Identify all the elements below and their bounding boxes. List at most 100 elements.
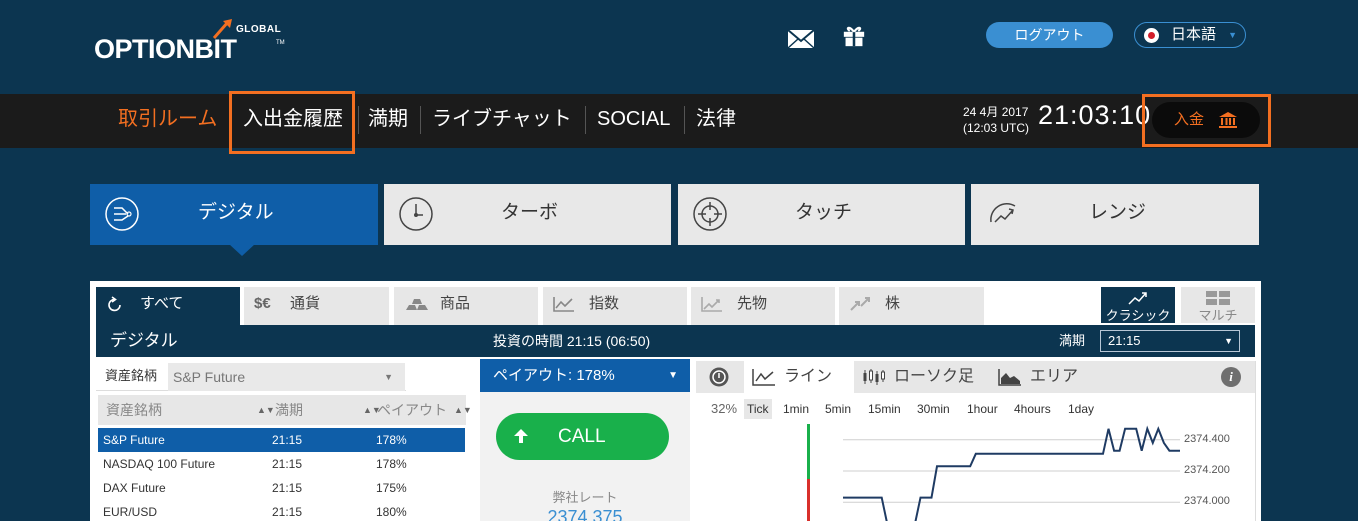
interval-5min[interactable]: 5min [825, 399, 851, 419]
nav-divider [585, 106, 586, 134]
language-select[interactable]: 日本語 ▼ [1134, 22, 1246, 48]
chevron-down-icon: ▼ [384, 372, 393, 382]
asset-tab-commodity[interactable]: 商品 [394, 287, 538, 325]
clock: 21:03:10 [1038, 100, 1152, 130]
asset-tab-currency[interactable]: $€ 通貨 [244, 287, 389, 325]
nav-social[interactable]: SOCIAL [597, 94, 670, 148]
nav-legal[interactable]: 法律 [696, 94, 736, 148]
nav-divider [684, 106, 685, 134]
col-header-payout[interactable]: ペイアウト [377, 395, 447, 425]
clock-icon [399, 197, 433, 231]
price-tick-label: 2374.400 [1184, 432, 1230, 445]
row-asset: DAX Future [103, 481, 166, 495]
expiry-select[interactable]: 21:15 ▼ [1100, 330, 1240, 352]
table-row[interactable]: DAX Future 21:15 175% [98, 476, 465, 500]
row-asset: EUR/USD [103, 505, 158, 519]
table-row[interactable]: S&P Future 21:15 178% [98, 428, 465, 452]
asset-tab-currency-label: 通貨 [290, 295, 321, 312]
interval-15min[interactable]: 15min [868, 399, 901, 419]
grid-icon [1206, 291, 1230, 305]
interval-4hours[interactable]: 4hours [1014, 399, 1051, 419]
row-payout: 178% [376, 457, 407, 471]
chart-divider [1255, 361, 1256, 521]
interval-30min[interactable]: 30min [917, 399, 950, 419]
chart-tab-candlestick[interactable]: ローソク足 [854, 361, 990, 393]
highlight-deposit-history [229, 91, 355, 154]
gold-bars-icon [406, 299, 428, 310]
sort-icon[interactable]: ▲▼ [257, 395, 275, 425]
optionbit-logo[interactable]: OPTIONBIT GLOBAL TM [94, 18, 294, 68]
col-header-asset[interactable]: 資産銘柄 [106, 395, 162, 425]
interval-1hour[interactable]: 1hour [967, 399, 998, 419]
call-indicator-bar [807, 424, 810, 479]
tab-digital[interactable]: デジタル [90, 184, 378, 245]
call-button[interactable]: CALL [496, 413, 669, 460]
nav-trading-room[interactable]: 取引ルーム [118, 94, 217, 148]
row-payout: 178% [376, 433, 407, 447]
multi-view-label: マルチ [1198, 308, 1238, 323]
classic-view-label: クラシック [1105, 308, 1171, 323]
asset-tab-all[interactable]: すべて [96, 287, 240, 325]
table-row[interactable]: NASDAQ 100 Future 21:15 178% [98, 452, 465, 476]
mail-icon[interactable] [787, 28, 815, 50]
line-chart-icon [752, 369, 775, 386]
asset-tab-index[interactable]: 指数 [543, 287, 687, 325]
logout-button[interactable]: ログアウト [986, 22, 1113, 48]
info-icon[interactable]: i [1221, 367, 1241, 387]
price-chart[interactable] [710, 421, 1180, 521]
row-asset: NASDAQ 100 Future [103, 457, 216, 471]
row-payout: 175% [376, 481, 407, 495]
put-indicator-bar [807, 479, 810, 521]
rate-label: 弊社レート [552, 490, 618, 505]
nav-live-chat[interactable]: ライブチャット [432, 94, 572, 148]
asset-tab-stocks[interactable]: 株 [839, 287, 984, 325]
chart-type-tabs: ライン ローソク足 エリア i [696, 361, 1255, 393]
chart-trend-icon [1128, 292, 1147, 305]
arrow-up-icon [514, 429, 528, 443]
tab-digital-label: デジタル [198, 202, 274, 223]
asset-tab-commodity-label: 商品 [440, 295, 471, 312]
utc-time-text: (12:03 UTC) [963, 121, 1030, 135]
stocks-arrows-icon [850, 297, 870, 311]
currency-icon: $€ [254, 295, 271, 312]
asset-filter-select[interactable]: S&P Future ▼ [168, 363, 405, 391]
nav-divider [358, 106, 359, 134]
language-label: 日本語 [1171, 26, 1217, 43]
date-text: 24 4月 2017 [963, 105, 1029, 119]
chart-toggle-button[interactable] [696, 361, 742, 393]
date-display: 24 4月 2017 (12:03 UTC) [963, 104, 1029, 136]
table-row[interactable]: EUR/USD 21:15 180% [98, 500, 465, 521]
tab-range[interactable]: レンジ [971, 184, 1259, 245]
nav-expiry[interactable]: 満期 [368, 94, 408, 148]
asset-tab-stocks-label: 株 [885, 295, 901, 312]
row-expiry: 21:15 [272, 481, 303, 495]
sort-icon[interactable]: ▲▼ [454, 395, 472, 425]
multi-view-button[interactable]: マルチ [1181, 287, 1255, 323]
tab-touch-label: タッチ [795, 202, 853, 223]
col-header-expiry[interactable]: 満期 [275, 395, 303, 425]
chevron-down-icon: ▼ [668, 370, 678, 381]
trade-column: ペイアウト: 178% ▼ CALL 弊社レート 2374.375 [480, 359, 690, 521]
tab-touch[interactable]: タッチ [678, 184, 965, 245]
classic-view-button[interactable]: クラシック [1101, 287, 1175, 323]
asset-filter-value: S&P Future [173, 369, 246, 385]
asset-tab-index-label: 指数 [589, 295, 620, 312]
asset-tab-futures[interactable]: 先物 [691, 287, 835, 325]
interval-tick[interactable]: Tick [744, 399, 772, 419]
tab-turbo[interactable]: ターボ [384, 184, 671, 245]
japan-flag-icon [1144, 28, 1159, 43]
trading-panel: すべて $€ 通貨 商品 指数 先物 株 クラシック マルチ デジタル 投資の時… [90, 281, 1261, 521]
nav-divider [420, 106, 421, 134]
interval-1min[interactable]: 1min [783, 399, 809, 419]
logo-global: GLOBAL [236, 24, 282, 35]
payout-select[interactable]: ペイアウト: 178% ▼ [480, 359, 690, 392]
expiry-value: 21:15 [1108, 333, 1141, 348]
trend-icon [990, 203, 1016, 223]
interval-1day[interactable]: 1day [1068, 399, 1094, 419]
logo-arrow-icon [212, 19, 232, 39]
chart-tab-line[interactable]: ライン [744, 361, 854, 393]
chart-tab-area[interactable]: エリア [990, 361, 1090, 393]
asset-tab-all-label: すべて [140, 295, 184, 312]
asset-list-header: 資産銘柄 ▲▼ 満期 ▲▼ ペイアウト ▲▼ [98, 395, 472, 425]
gift-icon[interactable] [840, 25, 868, 47]
